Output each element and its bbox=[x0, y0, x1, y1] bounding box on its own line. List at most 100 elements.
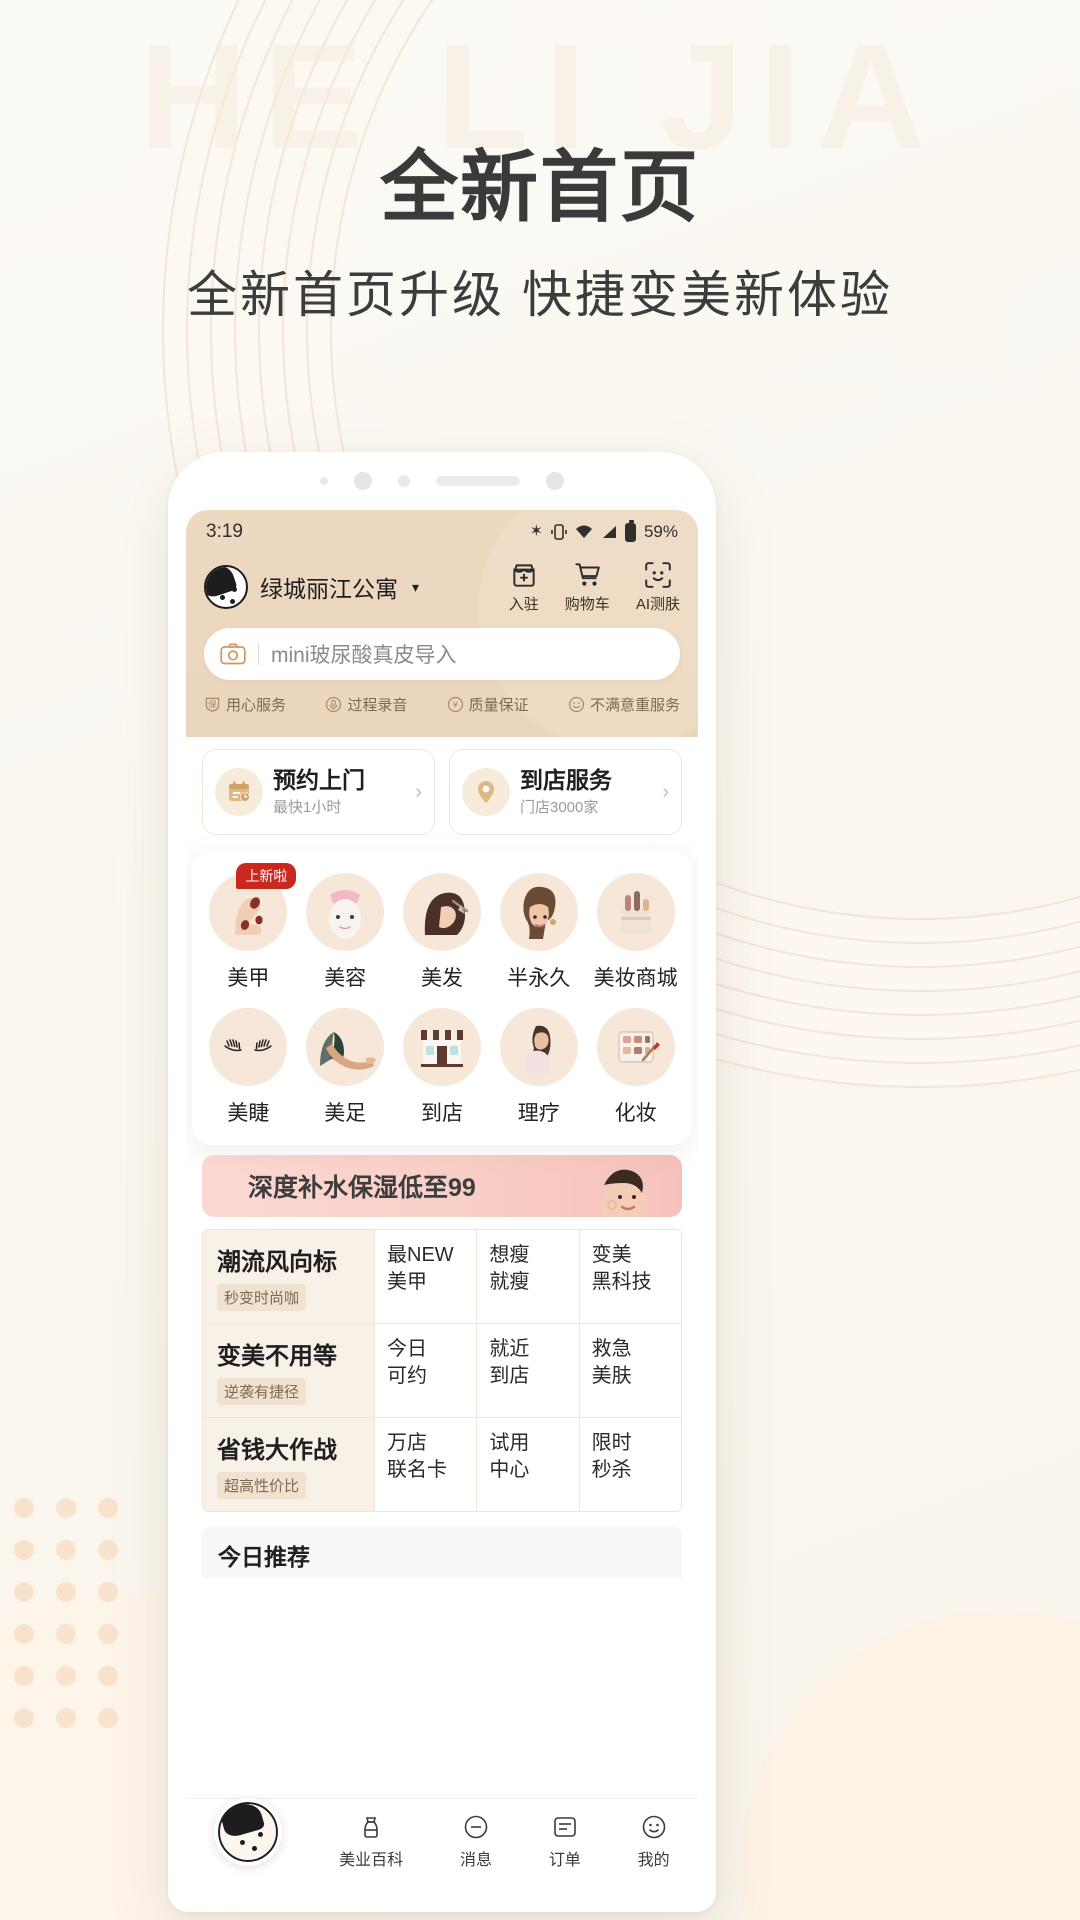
category-item-cosmetics-mall[interactable]: 美妆商城 bbox=[587, 873, 684, 992]
table-row-title: 省钱大作战 bbox=[217, 1437, 337, 1464]
table-row: 变美不用等 逆袭有捷径 今日 可约 就近 到店 救急 美肤 bbox=[203, 1324, 681, 1418]
category-item-physiotherapy[interactable]: 理疗 bbox=[490, 1008, 587, 1127]
tab-encyclopedia[interactable]: 美业百科 bbox=[339, 1812, 403, 1870]
wifi-icon bbox=[575, 525, 592, 538]
service-card-in-store[interactable]: 到店服务 门店3000家 › bbox=[449, 749, 682, 835]
tab-label: 消息 bbox=[459, 1851, 492, 1869]
app-body: 预约上门 最快1小时 › 到店服务 门店3000家 › 上新啦 美甲 美容 美发… bbox=[186, 737, 698, 1578]
recommend-section-title: 今日推荐 bbox=[202, 1526, 682, 1578]
message-icon bbox=[464, 1815, 488, 1838]
search-divider bbox=[258, 643, 259, 665]
poster-headline: 全新首页 全新首页升级 快捷变美新体验 bbox=[0, 148, 1080, 320]
bottom-tab-bar: 美业百科 消息 订单 我的 bbox=[186, 1797, 698, 1882]
header-action-label: 购物车 bbox=[564, 596, 610, 613]
header-actions: 入驻 购物车 AI测肤 bbox=[509, 560, 680, 614]
search-bar[interactable]: mini玻尿酸真皮导入 bbox=[204, 628, 680, 680]
table-row-tag: 秒变时尚咖 bbox=[217, 1284, 307, 1311]
battery-percent: 59% bbox=[643, 522, 678, 541]
table-cell[interactable]: 最NEW 美甲 bbox=[375, 1230, 478, 1323]
storefront-icon bbox=[402, 1008, 481, 1086]
semi-permanent-makeup-icon bbox=[499, 873, 578, 951]
tab-label: 订单 bbox=[548, 1851, 581, 1869]
category-grid-card: 上新啦 美甲 美容 美发 半永久 美妆商城 美睫 美足 到店 理疗 化妆 bbox=[192, 851, 692, 1145]
face-scan-icon bbox=[645, 562, 671, 588]
table-cell[interactable]: 万店 联名卡 bbox=[375, 1418, 478, 1511]
category-row: 上新啦 美甲 美容 美发 半永久 美妆商城 bbox=[200, 863, 684, 992]
sensor-dot-icon bbox=[320, 477, 328, 485]
table-row-title: 变美不用等 bbox=[217, 1343, 337, 1370]
header-action-cart[interactable]: 购物车 bbox=[565, 560, 610, 614]
badge-item: 保 用心服务 bbox=[204, 694, 286, 715]
cosmetics-store-icon bbox=[596, 873, 675, 951]
vibrate-icon bbox=[551, 524, 567, 540]
feature-table: 潮流风向标 秒变时尚咖 最NEW 美甲 想瘦 就瘦 变美 黑科技 变美不用等 逆… bbox=[202, 1229, 682, 1512]
chevron-right-icon: › bbox=[415, 780, 422, 803]
table-cell[interactable]: 想瘦 就瘦 bbox=[477, 1230, 580, 1323]
service-card-home-visit[interactable]: 预约上门 最快1小时 › bbox=[202, 749, 435, 835]
shop-plus-icon bbox=[513, 564, 535, 587]
battery-icon bbox=[624, 519, 636, 542]
profile-icon bbox=[642, 1815, 665, 1838]
header-action-label: AI测肤 bbox=[635, 596, 680, 613]
calendar-clock-icon bbox=[215, 768, 263, 816]
category-item-makeup[interactable]: 化妆 bbox=[587, 1008, 684, 1127]
search-input[interactable]: mini玻尿酸真皮导入 bbox=[271, 639, 457, 669]
category-item-beauty[interactable]: 美容 bbox=[297, 873, 394, 992]
chevron-down-icon: ▾ bbox=[412, 578, 420, 595]
location-name: 绿城丽江公寓 bbox=[260, 576, 398, 602]
category-item-hair[interactable]: 美发 bbox=[394, 873, 491, 992]
service-card-title: 到店服务 bbox=[520, 766, 612, 793]
table-cell[interactable]: 试用 中心 bbox=[477, 1418, 580, 1511]
table-row-header[interactable]: 变美不用等 逆袭有捷径 bbox=[203, 1324, 375, 1417]
category-label: 美睫 bbox=[227, 1102, 270, 1125]
service-card-title: 预约上门 bbox=[273, 766, 365, 793]
table-row-header[interactable]: 省钱大作战 超高性价比 bbox=[203, 1418, 375, 1511]
front-camera-icon bbox=[354, 472, 372, 490]
badge-label: 过程录音 bbox=[347, 697, 408, 714]
signal-icon bbox=[602, 526, 616, 538]
table-cell[interactable]: 今日 可约 bbox=[375, 1324, 478, 1417]
app-top-section: 3:19 ✶ 59% 绿城丽江公寓 ▾ 入驻 购物车 AI测肤 mini玻尿酸真… bbox=[186, 510, 698, 750]
status-bar-time: 3:19 bbox=[206, 521, 243, 542]
header-action-ai-skin[interactable]: AI测肤 bbox=[636, 560, 680, 614]
table-row-tag: 逆袭有捷径 bbox=[217, 1378, 307, 1405]
phone-screen: 3:19 ✶ 59% 绿城丽江公寓 ▾ 入驻 购物车 AI测肤 mini玻尿酸真… bbox=[186, 510, 698, 1882]
table-row-header[interactable]: 潮流风向标 秒变时尚咖 bbox=[203, 1230, 375, 1323]
service-entry-cards: 预约上门 最快1小时 › 到店服务 门店3000家 › bbox=[186, 737, 698, 851]
app-logo-avatar-icon bbox=[204, 565, 248, 609]
category-label: 化妆 bbox=[614, 1102, 657, 1125]
table-cell[interactable]: 就近 到店 bbox=[477, 1324, 580, 1417]
header-action-settle-in[interactable]: 入驻 bbox=[509, 560, 539, 614]
tab-home[interactable] bbox=[214, 1797, 283, 1866]
category-label: 美发 bbox=[420, 967, 463, 990]
pedicure-icon bbox=[306, 1008, 385, 1086]
category-item-pedicure[interactable]: 美足 bbox=[297, 1008, 394, 1127]
sensor-dot-icon bbox=[398, 475, 410, 487]
badge-item: ¥ 质量保证 bbox=[447, 694, 529, 715]
shopping-cart-icon bbox=[575, 563, 601, 586]
table-cell[interactable]: 限时 秒杀 bbox=[580, 1418, 681, 1511]
category-item-manicure[interactable]: 上新啦 美甲 bbox=[200, 863, 297, 992]
category-label: 美妆商城 bbox=[593, 967, 678, 990]
category-item-store[interactable]: 到店 bbox=[394, 1008, 491, 1127]
service-card-text: 到店服务 门店3000家 bbox=[520, 767, 652, 817]
tab-profile[interactable]: 我的 bbox=[638, 1812, 670, 1870]
service-card-text: 预约上门 最快1小时 bbox=[273, 767, 405, 817]
category-item-semi-permanent[interactable]: 半永久 bbox=[490, 873, 587, 992]
page-subtitle: 全新首页升级 快捷变美新体验 bbox=[187, 267, 893, 323]
table-row: 潮流风向标 秒变时尚咖 最NEW 美甲 想瘦 就瘦 变美 黑科技 bbox=[203, 1230, 681, 1324]
location-selector[interactable]: 绿城丽江公寓 ▾ bbox=[204, 565, 419, 609]
yuan-guarantee-icon: ¥ bbox=[447, 696, 463, 713]
promo-banner[interactable]: 深度补水保湿低至99 bbox=[202, 1155, 682, 1217]
table-cell[interactable]: 救急 美肤 bbox=[580, 1324, 681, 1417]
tab-orders[interactable]: 订单 bbox=[549, 1812, 581, 1870]
phone-mockup: 3:19 ✶ 59% 绿城丽江公寓 ▾ 入驻 购物车 AI测肤 mini玻尿酸真… bbox=[168, 452, 716, 1912]
category-item-eyelash[interactable]: 美睫 bbox=[200, 1008, 297, 1127]
camera-icon[interactable] bbox=[220, 643, 246, 665]
new-badge: 上新啦 bbox=[236, 863, 297, 889]
tab-messages[interactable]: 消息 bbox=[460, 1812, 492, 1870]
status-bar: 3:19 ✶ 59% bbox=[186, 510, 698, 554]
makeup-palette-icon bbox=[596, 1008, 675, 1086]
decorative-dot-grid bbox=[14, 1498, 140, 1750]
table-cell[interactable]: 变美 黑科技 bbox=[580, 1230, 681, 1323]
